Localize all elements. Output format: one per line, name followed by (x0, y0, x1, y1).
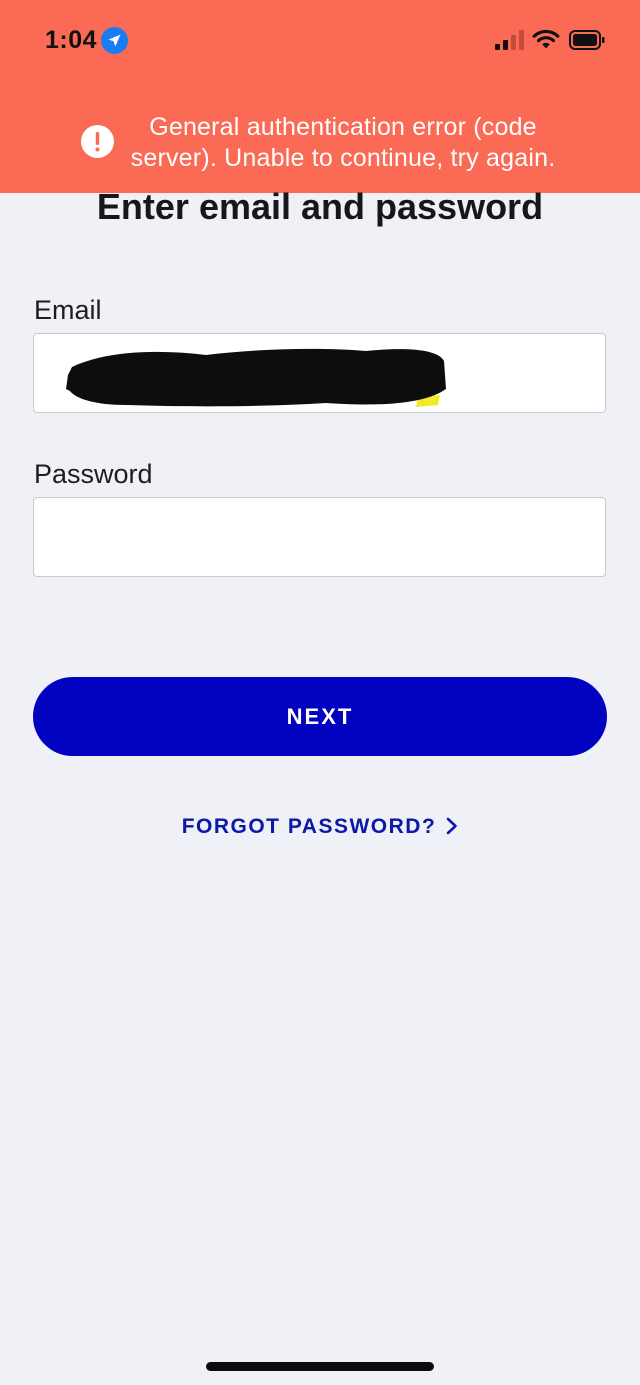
cellular-signal-icon (495, 30, 524, 50)
password-label: Password (34, 459, 153, 489)
page-title: Enter email and password (96, 186, 544, 227)
home-indicator[interactable] (206, 1362, 434, 1371)
next-button[interactable]: NEXT (33, 677, 607, 756)
forgot-password-label: FORGOT PASSWORD? (181, 815, 437, 838)
forgot-password-link[interactable]: FORGOT PASSWORD? (0, 815, 640, 839)
email-field[interactable] (33, 333, 606, 413)
wifi-icon (532, 29, 560, 49)
location-arrow-icon (101, 27, 128, 54)
exclamation-icon (81, 125, 114, 158)
chevron-right-icon (446, 817, 458, 835)
battery-icon (569, 30, 605, 50)
status-time: 1:04 (45, 26, 98, 54)
password-field[interactable] (33, 497, 606, 577)
error-message: General authentication error (code serve… (130, 113, 556, 172)
error-banner: 1:04 General authentication error (code … (0, 0, 640, 193)
email-label: Email (34, 295, 102, 325)
